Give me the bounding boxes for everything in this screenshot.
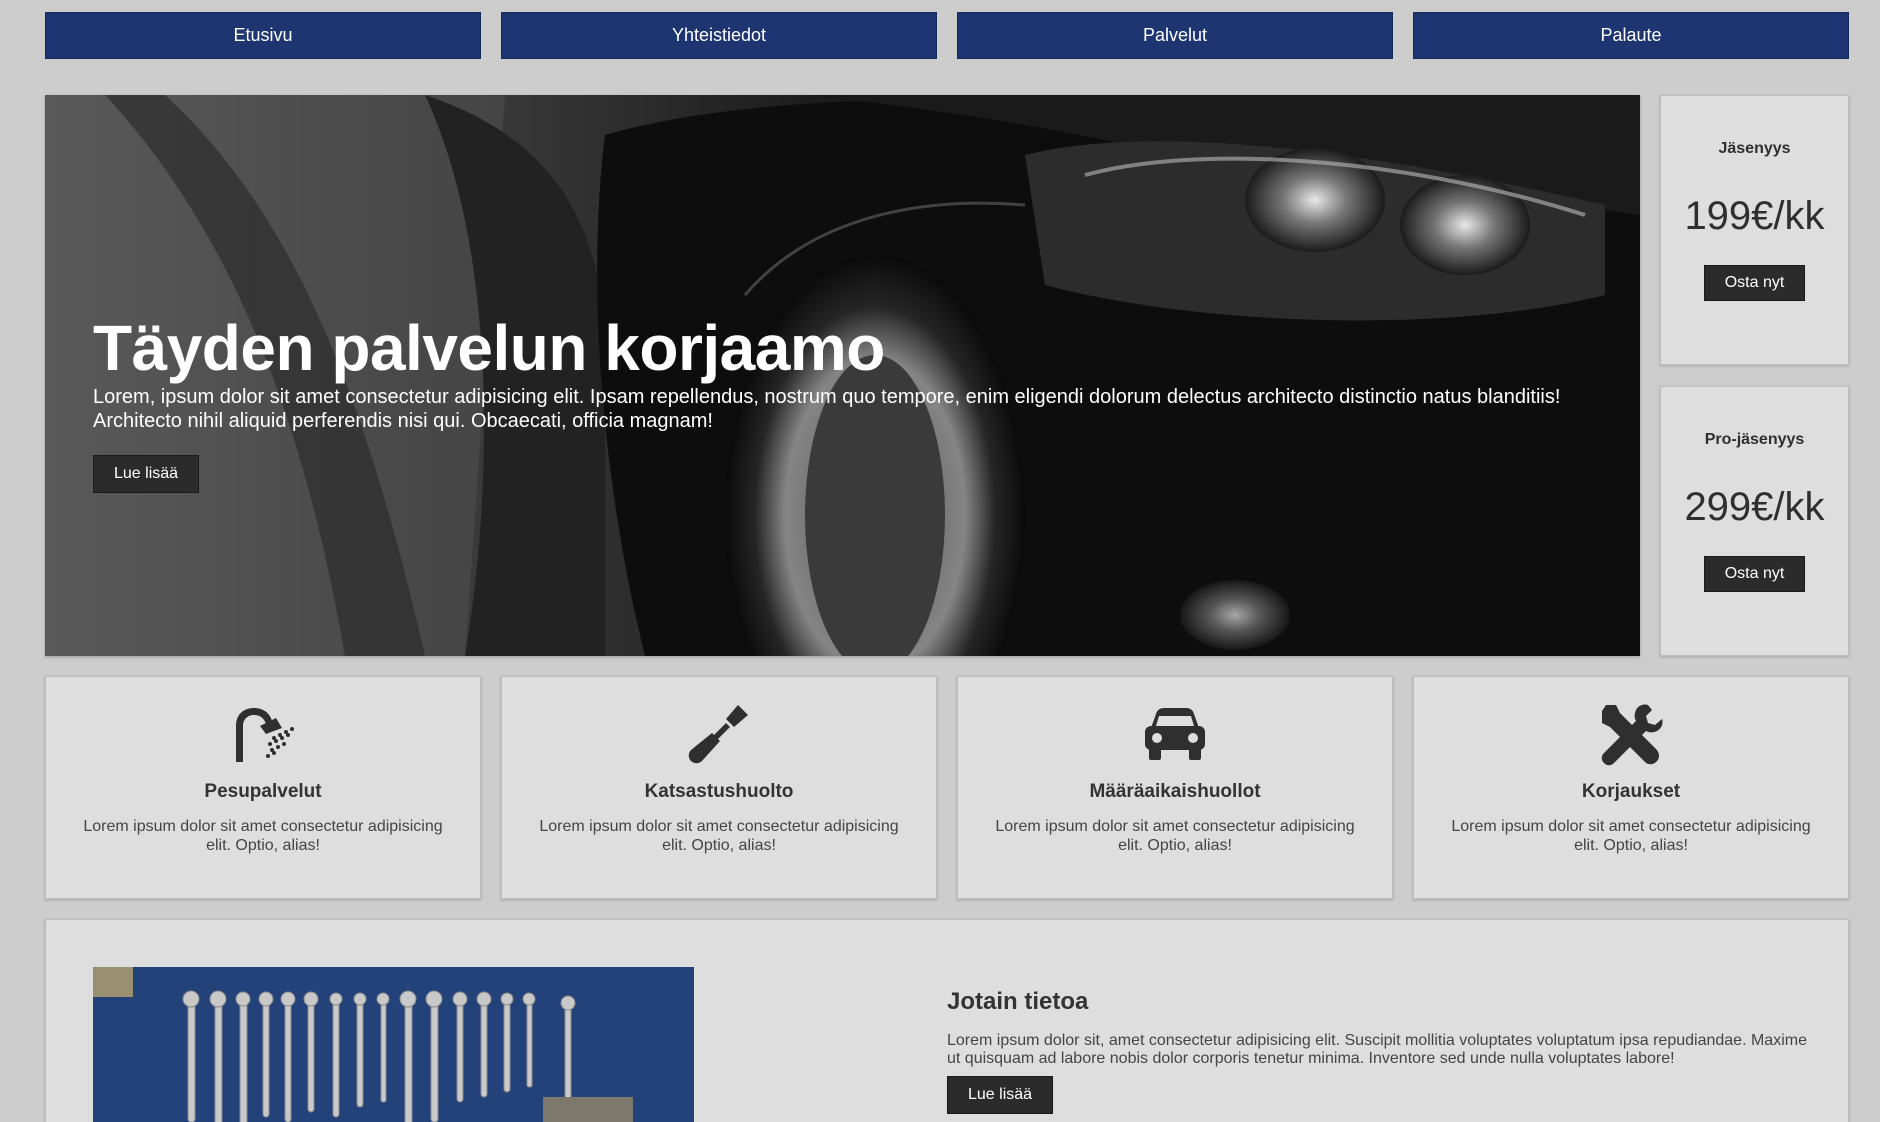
buy-now-button[interactable]: Osta nyt	[1703, 556, 1806, 592]
service-title: Korjaukset	[1581, 781, 1681, 802]
plan-name: Pro-jäsenyys	[1704, 431, 1805, 448]
service-description: Lorem ipsum dolor sit amet consectetur a…	[1451, 818, 1811, 854]
hero-banner: Täyden palvelun korjaamo Lorem, ipsum do…	[45, 95, 1640, 656]
car-icon	[958, 701, 1392, 767]
hero-read-more-button[interactable]: Lue lisää	[93, 455, 200, 494]
plan-price: 299€/kk	[1684, 485, 1825, 529]
about-body: Jotain tietoa Lorem ipsum dolor sit, ame…	[947, 988, 1807, 1114]
about-description: Lorem ipsum dolor sit, amet consectetur …	[947, 1032, 1807, 1067]
service-card-katsastushuolto: Katsastushuolto Lorem ipsum dolor sit am…	[501, 676, 937, 899]
nav-etusivu[interactable]: Etusivu	[45, 12, 481, 59]
plan-price: 199€/kk	[1684, 194, 1825, 238]
wrench-set-image	[93, 967, 694, 1122]
service-description: Lorem ipsum dolor sit amet consectetur a…	[83, 818, 443, 854]
about-section: Jotain tietoa Lorem ipsum dolor sit, ame…	[45, 919, 1849, 1122]
service-card-korjaukset: Korjaukset Lorem ipsum dolor sit amet co…	[1413, 676, 1849, 899]
shower-icon	[46, 701, 480, 767]
hero-content: Täyden palvelun korjaamo Lorem, ipsum do…	[93, 312, 1573, 494]
hero-description: Lorem, ipsum dolor sit amet consectetur …	[93, 386, 1561, 433]
plan-card-pro-membership: Pro-jäsenyys 299€/kk Osta nyt	[1660, 386, 1849, 656]
about-read-more-button[interactable]: Lue lisää	[947, 1076, 1054, 1114]
service-title: Määräaikaishuollot	[1089, 781, 1261, 802]
service-description: Lorem ipsum dolor sit amet consectetur a…	[539, 818, 899, 854]
services-grid: Pesupalvelut Lorem ipsum dolor sit amet …	[45, 676, 1849, 899]
nav-palaute[interactable]: Palaute	[1413, 12, 1849, 59]
plan-name: Jäsenyys	[1718, 140, 1791, 157]
service-card-maaraaikaishuollot: Määräaikaishuollot Lorem ipsum dolor sit…	[957, 676, 1393, 899]
tools-icon	[1414, 701, 1848, 767]
main-nav: Etusivu Yhteistiedot Palvelut Palaute	[45, 12, 1849, 59]
nav-palvelut[interactable]: Palvelut	[957, 12, 1393, 59]
service-title: Pesupalvelut	[204, 781, 322, 802]
service-description: Lorem ipsum dolor sit amet consectetur a…	[995, 818, 1355, 854]
buy-now-button[interactable]: Osta nyt	[1703, 265, 1806, 301]
screwdriver-icon	[502, 701, 936, 767]
plan-card-membership: Jäsenyys 199€/kk Osta nyt	[1660, 95, 1849, 365]
service-card-pesupalvelut: Pesupalvelut Lorem ipsum dolor sit amet …	[45, 676, 481, 899]
about-title: Jotain tietoa	[947, 988, 1089, 1015]
hero-title: Täyden palvelun korjaamo	[93, 312, 885, 384]
nav-yhteistiedot[interactable]: Yhteistiedot	[501, 12, 937, 59]
service-title: Katsastushuolto	[644, 781, 794, 802]
